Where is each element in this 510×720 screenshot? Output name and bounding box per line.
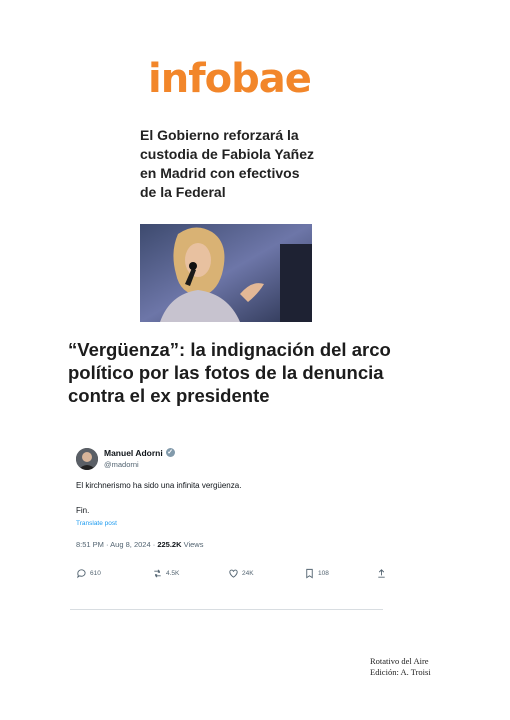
heart-icon: [229, 569, 238, 578]
credit-block: Rotativo del Aire Edición: A. Troisi: [370, 656, 431, 678]
share-button[interactable]: [376, 568, 387, 579]
tweet-meta: 8:51 PM · Aug 8, 2024 · 225.2K Views: [76, 540, 203, 549]
verified-badge-icon: ✓: [165, 448, 175, 457]
tweet-text: El kirchnerismo ha sido una infinita ver…: [76, 481, 242, 490]
credit-editor: Edición: A. Troisi: [370, 667, 431, 677]
reply-count: 610: [90, 570, 101, 577]
avatar[interactable]: [76, 448, 98, 470]
tweet-views-label: Views: [181, 540, 204, 549]
repost-count: 4.5K: [166, 570, 180, 577]
tweet-actions: 610 4.5K 24K 108: [76, 568, 385, 582]
tweet-handle[interactable]: @madorni: [104, 460, 139, 469]
tweet-views-count: 225.2K: [157, 540, 182, 549]
tweet-divider: [70, 609, 383, 610]
translate-post-link[interactable]: Translate post: [76, 520, 117, 527]
tweet-author-name[interactable]: Manuel Adorni ✓: [104, 448, 175, 458]
share-icon: [378, 569, 385, 578]
headline-verguenza: “Vergüenza”: la indignación del arco pol…: [68, 339, 391, 406]
reply-icon: [77, 569, 86, 579]
like-button[interactable]: 24K: [228, 568, 254, 579]
like-count: 24K: [242, 570, 254, 577]
repost-button[interactable]: 4.5K: [152, 568, 179, 579]
bookmark-icon: [306, 568, 313, 579]
tweet-timestamp[interactable]: 8:51 PM · Aug 8, 2024 ·: [76, 540, 157, 549]
reply-button[interactable]: 610: [76, 568, 101, 579]
author-name-text: Manuel Adorni: [104, 448, 163, 458]
bookmark-button[interactable]: 108: [304, 568, 329, 579]
news-photo: [140, 224, 312, 322]
tweet-card: Manuel Adorni ✓ @madorni El kirchnerismo …: [70, 440, 385, 612]
bookmark-count: 108: [318, 570, 329, 577]
repost-icon: [154, 569, 161, 578]
infobae-logo: infobae: [148, 56, 312, 102]
credit-source: Rotativo del Aire: [370, 656, 429, 666]
tweet-text-end: Fin.: [76, 506, 90, 515]
headline-custodia: El Gobierno reforzará la custodia de Fab…: [140, 127, 315, 200]
